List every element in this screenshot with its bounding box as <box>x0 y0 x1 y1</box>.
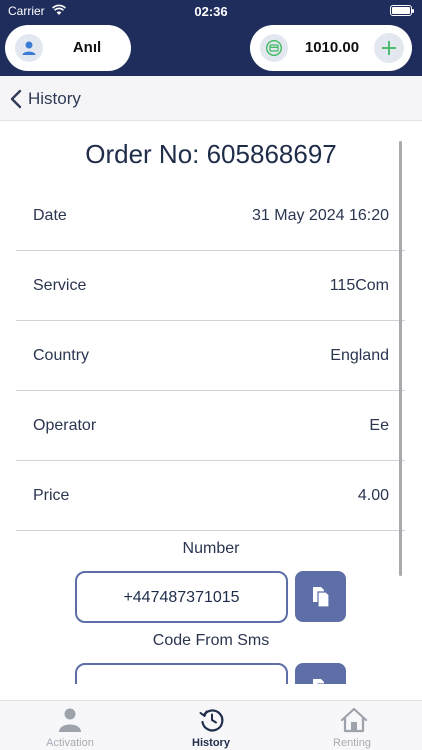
tab-label: History <box>192 737 230 749</box>
back-button[interactable]: History <box>10 86 81 112</box>
row-label: Price <box>33 487 70 504</box>
user-profile-pill[interactable]: Anıl <box>5 25 131 71</box>
avatar <box>15 34 43 62</box>
history-icon <box>199 709 224 732</box>
chevron-left-icon <box>10 89 22 109</box>
tab-renting[interactable]: Renting <box>282 701 422 750</box>
wallet-icon-wrapper <box>260 34 288 62</box>
tab-bar: Activation History Renting <box>0 700 422 750</box>
detail-row-service: Service 115Com <box>16 251 405 321</box>
copy-icon <box>313 587 330 608</box>
copy-icon <box>313 679 327 684</box>
row-value: 31 May 2024 16:20 <box>252 207 389 224</box>
home-icon <box>340 707 368 733</box>
row-value: 115Com <box>329 277 389 294</box>
order-detail-list: Date 31 May 2024 16:20 Service 115Com Co… <box>16 181 405 531</box>
plus-icon <box>382 41 396 55</box>
wallet-icon <box>266 40 282 56</box>
code-label: Code From Sms <box>152 632 270 649</box>
clock: 02:36 <box>194 4 228 19</box>
number-label: Number <box>182 540 240 557</box>
scrollbar[interactable] <box>399 141 402 576</box>
order-detail-content[interactable]: Order No: 605868697 Date 31 May 2024 16:… <box>0 121 422 684</box>
balance-value: 1010.00 <box>304 39 360 56</box>
row-label: Operator <box>33 417 97 434</box>
add-balance-button[interactable] <box>374 33 404 63</box>
tab-label: Activation <box>46 737 94 749</box>
row-label: Date <box>33 207 67 224</box>
copy-number-button[interactable] <box>295 571 346 622</box>
tab-activation[interactable]: Activation <box>0 701 140 750</box>
sms-code-field[interactable] <box>75 663 288 684</box>
number-value: +447487371015 <box>123 589 240 606</box>
app-header: Carrier 02:36 Anıl 1010.00 <box>0 0 422 76</box>
detail-row-price: Price 4.00 <box>16 461 405 531</box>
balance-pill: 1010.00 <box>250 25 412 71</box>
tab-label: Renting <box>333 737 371 749</box>
user-name: Anıl <box>72 39 102 56</box>
person-icon <box>22 41 36 55</box>
detail-row-operator: Operator Ee <box>16 391 405 461</box>
order-title: Order No: 605868697 <box>85 139 337 169</box>
navigation-bar: History <box>0 76 422 121</box>
row-label: Service <box>33 277 87 294</box>
row-value: Ee <box>369 417 389 434</box>
battery-icon <box>390 5 414 16</box>
person-icon <box>59 708 81 732</box>
detail-row-date: Date 31 May 2024 16:20 <box>16 181 405 251</box>
status-bar: Carrier 02:36 <box>0 0 422 22</box>
row-value: England <box>330 347 389 364</box>
number-field[interactable]: +447487371015 <box>75 571 288 623</box>
copy-code-button[interactable] <box>295 663 346 684</box>
row-label: Country <box>33 347 90 364</box>
row-value: 4.00 <box>357 487 389 504</box>
detail-row-country: Country England <box>16 321 405 391</box>
tab-history[interactable]: History <box>141 701 281 750</box>
back-label: History <box>28 89 81 108</box>
